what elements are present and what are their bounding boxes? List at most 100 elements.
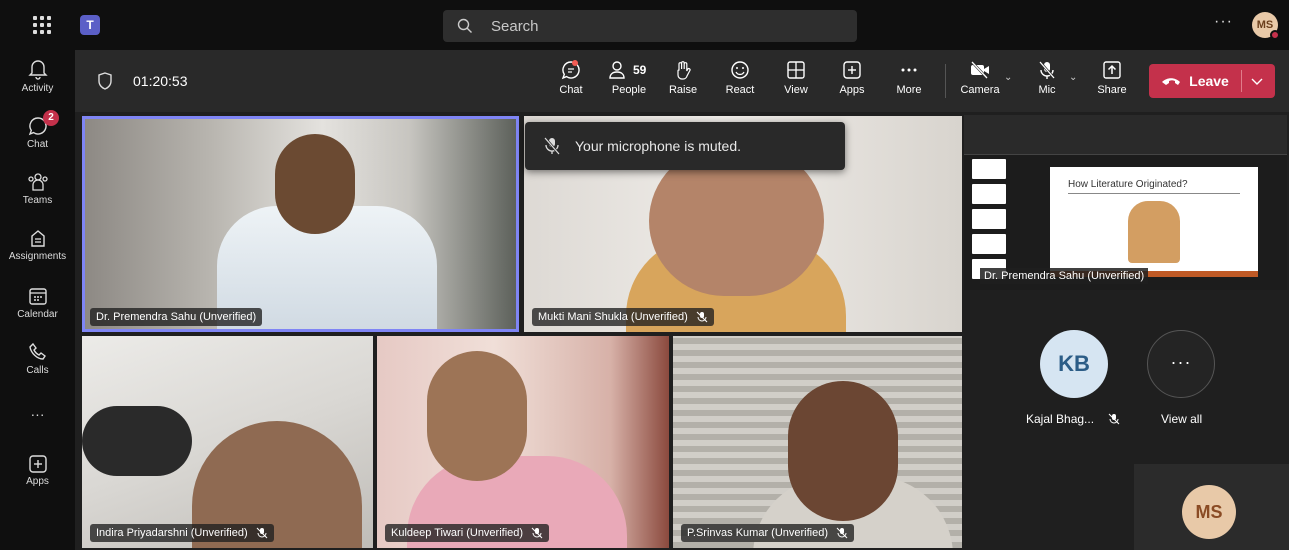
camera-off-icon bbox=[971, 61, 989, 79]
title-bar: T ··· MS bbox=[0, 0, 1289, 50]
slide-thumbnail bbox=[972, 209, 1006, 229]
view-all-label: View all bbox=[1161, 412, 1203, 426]
calendar-icon bbox=[28, 288, 47, 305]
meeting-timer: 01:20:53 bbox=[133, 73, 188, 89]
mic-off-icon bbox=[696, 311, 708, 323]
participant-name-tag: Indira Priyadarshni (Unverified) bbox=[90, 524, 274, 542]
react-button[interactable]: React bbox=[723, 60, 757, 96]
bell-icon bbox=[27, 60, 48, 80]
meeting-control-bar: 01:20:53 Chat 59 People Raise React View… bbox=[75, 50, 1289, 112]
user-initials: MS bbox=[1256, 19, 1274, 31]
more-options-icon[interactable]: ··· bbox=[1214, 13, 1233, 31]
apps-button[interactable]: Apps bbox=[837, 60, 867, 96]
people-button[interactable]: 59 People bbox=[609, 60, 649, 96]
smiley-icon bbox=[731, 61, 749, 79]
slide-thumbnails bbox=[972, 159, 1012, 284]
mic-off-icon bbox=[1039, 61, 1055, 79]
video-tile[interactable]: P.Srinvas Kumar (Unverified) bbox=[673, 336, 962, 548]
app-launcher-icon[interactable] bbox=[30, 13, 54, 37]
mic-off-icon bbox=[256, 527, 268, 539]
rail-item-more[interactable]: ··· bbox=[0, 406, 75, 422]
apps-plus-icon bbox=[28, 455, 47, 473]
video-tile[interactable]: Dr. Premendra Sahu (Unverified) bbox=[82, 116, 519, 332]
participant-name: Kajal Bhag... bbox=[1026, 412, 1095, 426]
grid-view-icon bbox=[787, 61, 805, 79]
self-avatar: MS bbox=[1182, 485, 1236, 539]
view-label: View bbox=[784, 84, 808, 96]
rail-item-assignments[interactable]: Assignments bbox=[0, 228, 75, 262]
leave-label: Leave bbox=[1189, 73, 1229, 89]
view-button[interactable]: View bbox=[781, 60, 811, 96]
hang-up-icon bbox=[1162, 78, 1181, 85]
self-view-tile[interactable]: MS bbox=[1134, 464, 1289, 550]
screen-share-tile[interactable]: How Literature Originated? Dr. Premendra… bbox=[964, 115, 1287, 290]
mic-button[interactable]: Mic bbox=[1032, 60, 1062, 96]
presenter-name-tag: Dr. Premendra Sahu (Unverified) bbox=[980, 268, 1149, 284]
more-button[interactable]: More bbox=[893, 60, 925, 96]
people-label: People bbox=[611, 84, 647, 96]
participant-name: Kuldeep Tiwari (Unverified) bbox=[391, 527, 524, 539]
leave-split-divider bbox=[1241, 70, 1242, 92]
user-avatar[interactable]: MS bbox=[1252, 12, 1280, 40]
mic-options-chevron-icon[interactable]: ⌄ bbox=[1069, 72, 1077, 83]
rail-item-label: Assignments bbox=[8, 251, 67, 262]
video-tile[interactable]: Indira Priyadarshni (Unverified) bbox=[82, 336, 373, 548]
rail-item-label: Calls bbox=[26, 365, 49, 376]
video-tile[interactable]: Kuldeep Tiwari (Unverified) bbox=[377, 336, 669, 548]
slide-title-underline bbox=[1068, 193, 1240, 194]
people-count: 59 bbox=[633, 63, 647, 77]
camera-label: Camera bbox=[960, 84, 1000, 96]
camera-options-chevron-icon[interactable]: ⌄ bbox=[1004, 72, 1012, 83]
phone-icon bbox=[28, 342, 46, 360]
apps-label: Apps bbox=[839, 84, 865, 96]
mic-off-icon bbox=[1108, 413, 1120, 425]
participant-face bbox=[788, 381, 898, 521]
rail-item-calendar[interactable]: Calendar bbox=[0, 286, 75, 320]
video-stage: Dr. Premendra Sahu (Unverified) Mukti Ma… bbox=[82, 114, 962, 548]
more-icon: ··· bbox=[30, 406, 45, 422]
search-icon bbox=[457, 18, 472, 33]
powerpoint-ribbon bbox=[964, 115, 1287, 155]
search-box[interactable] bbox=[443, 10, 857, 42]
participant-label: Kajal Bhag... bbox=[1026, 412, 1120, 426]
slide-illustration bbox=[1128, 201, 1180, 263]
people-icon bbox=[609, 61, 625, 79]
mic-off-icon bbox=[531, 527, 543, 539]
mic-off-icon bbox=[544, 137, 560, 155]
rail-item-activity[interactable]: Activity bbox=[0, 58, 75, 94]
rail-item-calls[interactable]: Calls bbox=[0, 342, 75, 376]
search-input[interactable] bbox=[491, 10, 841, 42]
rail-item-teams[interactable]: Teams bbox=[0, 172, 75, 206]
raise-hand-button[interactable]: Raise bbox=[668, 60, 698, 96]
more-icon bbox=[901, 68, 917, 72]
rail-item-label: Teams bbox=[22, 195, 53, 206]
rail-item-label: Chat bbox=[26, 139, 49, 150]
rail-item-label: Calendar bbox=[17, 309, 58, 320]
side-panel: How Literature Originated? Dr. Premendra… bbox=[962, 112, 1289, 550]
rail-item-apps[interactable]: Apps bbox=[0, 455, 75, 487]
camera-button[interactable]: Camera bbox=[960, 60, 1000, 96]
participant-name: Dr. Premendra Sahu (Unverified) bbox=[96, 311, 257, 323]
participant-name: P.Srinvas Kumar (Unverified) bbox=[687, 527, 829, 539]
chat-label: Chat bbox=[559, 84, 583, 96]
assignments-icon bbox=[30, 230, 45, 247]
share-button[interactable]: Share bbox=[1095, 60, 1129, 96]
toast-message: Your microphone is muted. bbox=[575, 138, 742, 154]
participant-avatar[interactable]: KB bbox=[1040, 330, 1108, 398]
raise-label: Raise bbox=[668, 84, 698, 96]
participant-name: Mukti Mani Shukla (Unverified) bbox=[538, 311, 688, 323]
view-all-button[interactable]: ··· bbox=[1147, 330, 1215, 398]
toolbar-separator bbox=[945, 64, 946, 98]
share-label: Share bbox=[1097, 84, 1127, 96]
current-slide: How Literature Originated? bbox=[1050, 167, 1258, 277]
shield-icon bbox=[98, 72, 112, 90]
chat-button[interactable]: Chat bbox=[558, 60, 584, 96]
rail-item-label: Activity bbox=[21, 83, 54, 94]
react-label: React bbox=[725, 84, 755, 96]
app-rail: Activity 2 Chat Teams Assignments Calend… bbox=[0, 50, 75, 550]
leave-button[interactable]: Leave bbox=[1149, 64, 1241, 98]
participant-face bbox=[275, 134, 355, 234]
rail-item-chat[interactable]: 2 Chat bbox=[0, 110, 75, 150]
slide-thumbnail bbox=[972, 234, 1006, 254]
chevron-down-icon[interactable] bbox=[1249, 73, 1265, 89]
